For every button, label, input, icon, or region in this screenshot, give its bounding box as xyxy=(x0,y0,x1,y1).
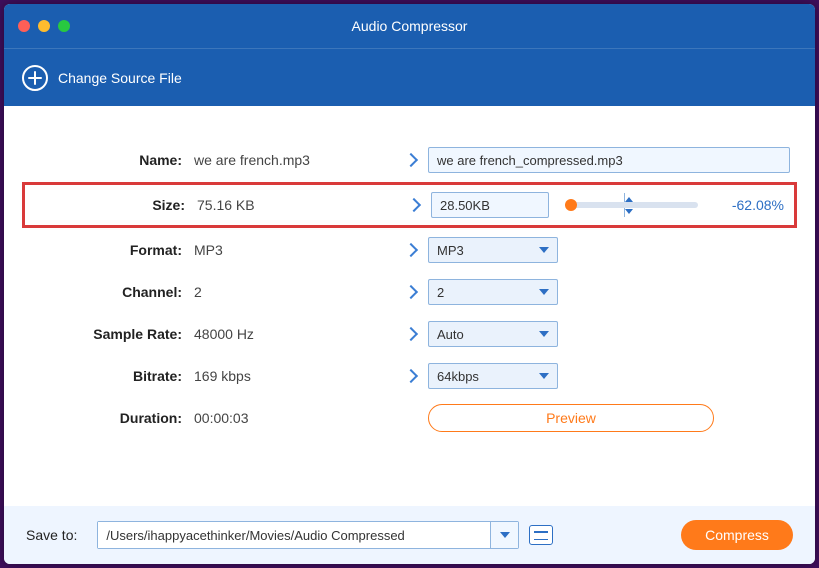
chevron-down-icon xyxy=(539,289,549,295)
slider-thumb[interactable] xyxy=(565,199,577,211)
chevron-down-icon xyxy=(500,532,510,538)
compress-button-label: Compress xyxy=(705,527,769,543)
bitrate-select-value: 64kbps xyxy=(437,369,479,384)
main-panel: Name: we are french.mp3 Size: 75.16 KB xyxy=(4,106,815,506)
preview-button[interactable]: Preview xyxy=(428,404,714,432)
compress-button[interactable]: Compress xyxy=(681,520,793,550)
sample-rate-source-value: 48000 Hz xyxy=(194,326,394,342)
minimize-window-button[interactable] xyxy=(38,20,50,32)
sample-rate-select-value: Auto xyxy=(437,327,464,342)
chevron-right-icon xyxy=(404,285,418,299)
chevron-right-icon xyxy=(404,369,418,383)
target-size-stepper[interactable] xyxy=(431,192,549,218)
format-select[interactable]: MP3 xyxy=(428,237,558,263)
save-path-dropdown[interactable] xyxy=(490,522,518,548)
sample-rate-select[interactable]: Auto xyxy=(428,321,558,347)
chevron-down-icon xyxy=(539,373,549,379)
open-folder-button[interactable] xyxy=(529,525,553,545)
plus-icon[interactable] xyxy=(22,65,48,91)
channel-source-value: 2 xyxy=(194,284,394,300)
size-source-value: 75.16 KB xyxy=(197,197,397,213)
size-slider[interactable] xyxy=(571,202,698,208)
save-path-group xyxy=(97,521,519,549)
save-path-input[interactable] xyxy=(98,522,490,548)
chevron-right-icon xyxy=(407,198,421,212)
app-window: Audio Compressor Change Source File Name… xyxy=(4,4,815,564)
duration-source-value: 00:00:03 xyxy=(194,410,394,426)
row-name: Name: we are french.mp3 xyxy=(26,146,793,174)
duration-label: Duration: xyxy=(26,410,194,426)
footer: Save to: Compress xyxy=(4,506,815,564)
titlebar: Audio Compressor xyxy=(4,4,815,48)
bitrate-select[interactable]: 64kbps xyxy=(428,363,558,389)
window-controls xyxy=(18,20,70,32)
change-source-button[interactable]: Change Source File xyxy=(58,70,182,86)
output-filename-input[interactable] xyxy=(428,147,790,173)
chevron-right-icon xyxy=(404,153,418,167)
row-size: Size: 75.16 KB -62.08% xyxy=(22,182,797,228)
channel-label: Channel: xyxy=(26,284,194,300)
bitrate-source-value: 169 kbps xyxy=(194,368,394,384)
preview-button-label: Preview xyxy=(546,410,596,426)
format-source-value: MP3 xyxy=(194,242,394,258)
chevron-right-icon xyxy=(404,243,418,257)
bitrate-label: Bitrate: xyxy=(26,368,194,384)
row-format: Format: MP3 MP3 xyxy=(26,236,793,264)
channel-select[interactable]: 2 xyxy=(428,279,558,305)
toolbar: Change Source File xyxy=(4,48,815,106)
name-label: Name: xyxy=(26,152,194,168)
name-source-value: we are french.mp3 xyxy=(194,152,394,168)
chevron-right-icon xyxy=(404,327,418,341)
maximize-window-button[interactable] xyxy=(58,20,70,32)
row-channel: Channel: 2 2 xyxy=(26,278,793,306)
close-window-button[interactable] xyxy=(18,20,30,32)
format-select-value: MP3 xyxy=(437,243,464,258)
row-duration: Duration: 00:00:03 Preview xyxy=(26,404,793,432)
row-bitrate: Bitrate: 169 kbps 64kbps xyxy=(26,362,793,390)
size-delta: -62.08% xyxy=(716,197,790,213)
chevron-down-icon xyxy=(539,331,549,337)
chevron-down-icon xyxy=(539,247,549,253)
row-sample-rate: Sample Rate: 48000 Hz Auto xyxy=(26,320,793,348)
format-label: Format: xyxy=(26,242,194,258)
save-to-label: Save to: xyxy=(26,527,77,543)
sample-rate-label: Sample Rate: xyxy=(26,326,194,342)
channel-select-value: 2 xyxy=(437,285,444,300)
window-title: Audio Compressor xyxy=(4,18,815,34)
size-label: Size: xyxy=(29,197,197,213)
